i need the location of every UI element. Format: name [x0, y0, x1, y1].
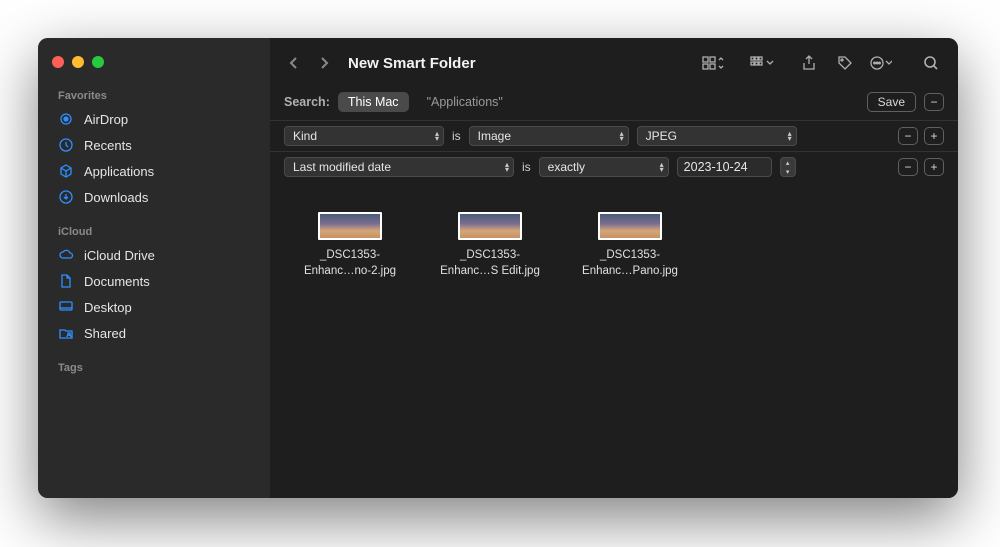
file-label: _DSC1353-Enhanc…Pano.jpg: [570, 248, 690, 279]
sidebar-item-label: Shared: [84, 326, 126, 341]
criteria-row: Last modified date ▴▾ is exactly ▴▾ ▴ ▾ …: [270, 151, 958, 182]
shared-icon: [58, 325, 74, 341]
remove-search-button[interactable]: −: [924, 93, 944, 111]
criteria-value-select[interactable]: exactly ▴▾: [539, 157, 669, 177]
results-area: _DSC1353-Enhanc…no-2.jpg _DSC1353-Enhanc…: [270, 182, 958, 498]
sidebar-item-label: Downloads: [84, 190, 148, 205]
sidebar-item-shared[interactable]: Shared: [38, 320, 270, 346]
sidebar-item-icloud-drive[interactable]: iCloud Drive: [38, 242, 270, 268]
criteria-op: is: [452, 129, 461, 143]
sidebar: Favorites AirDrop Recents Applications D…: [38, 38, 270, 498]
sidebar-item-desktop[interactable]: Desktop: [38, 294, 270, 320]
select-value: Last modified date: [293, 160, 391, 174]
forward-button[interactable]: [314, 53, 334, 73]
select-value: Kind: [293, 129, 317, 143]
search-label: Search:: [284, 95, 330, 109]
scope-applications[interactable]: "Applications": [417, 92, 513, 112]
sidebar-item-label: Recents: [84, 138, 132, 153]
chevron-updown-icon: ▴▾: [788, 131, 792, 141]
search-scope-row: Search: This Mac "Applications" Save −: [270, 88, 958, 120]
add-criteria-button[interactable]: +: [924, 127, 944, 145]
airdrop-icon: [58, 111, 74, 127]
desktop-icon: [58, 299, 74, 315]
zoom-window-button[interactable]: [92, 56, 104, 68]
criteria-value-select[interactable]: Image ▴▾: [469, 126, 629, 146]
remove-criteria-button[interactable]: −: [898, 158, 918, 176]
file-thumbnail: [318, 212, 382, 240]
sidebar-item-recents[interactable]: Recents: [38, 132, 270, 158]
save-button[interactable]: Save: [867, 92, 916, 112]
more-button[interactable]: [868, 52, 894, 74]
view-icons-button[interactable]: [700, 52, 726, 74]
traffic-lights: [38, 50, 270, 84]
sidebar-item-airdrop[interactable]: AirDrop: [38, 106, 270, 132]
criteria-op: is: [522, 160, 531, 174]
sidebar-item-label: Documents: [84, 274, 150, 289]
sidebar-item-applications[interactable]: Applications: [38, 158, 270, 184]
back-button[interactable]: [284, 53, 304, 73]
criteria-date-input[interactable]: [677, 157, 772, 177]
cloud-icon: [58, 247, 74, 263]
criteria-attr-select[interactable]: Kind ▴▾: [284, 126, 444, 146]
finder-window: Favorites AirDrop Recents Applications D…: [38, 38, 958, 498]
close-window-button[interactable]: [52, 56, 64, 68]
sidebar-section-title: Tags: [38, 356, 270, 378]
chevron-updown-icon: ▴▾: [660, 162, 664, 172]
remove-criteria-button[interactable]: −: [898, 127, 918, 145]
main-pane: New Smart Folder Search: This Mac "Appli…: [270, 38, 958, 498]
window-title: New Smart Folder: [348, 55, 476, 72]
file-thumbnail: [598, 212, 662, 240]
scope-this-mac[interactable]: This Mac: [338, 92, 409, 112]
chevron-updown-icon: ▴▾: [435, 131, 439, 141]
sidebar-item-downloads[interactable]: Downloads: [38, 184, 270, 210]
sidebar-section-title: Favorites: [38, 84, 270, 106]
stepper-down-icon[interactable]: ▾: [781, 167, 795, 176]
sidebar-item-label: Desktop: [84, 300, 132, 315]
date-stepper[interactable]: ▴ ▾: [780, 157, 796, 177]
criteria-attr-select[interactable]: Last modified date ▴▾: [284, 157, 514, 177]
titlebar: New Smart Folder: [270, 38, 958, 88]
sidebar-item-label: Applications: [84, 164, 154, 179]
clock-icon: [58, 137, 74, 153]
apps-icon: [58, 163, 74, 179]
sidebar-section-title: iCloud: [38, 220, 270, 242]
sidebar-item-label: iCloud Drive: [84, 248, 155, 263]
select-value: exactly: [548, 160, 585, 174]
chevron-updown-icon: ▴▾: [505, 162, 509, 172]
file-item[interactable]: _DSC1353-Enhanc…S Edit.jpg: [430, 212, 550, 279]
chevron-updown-icon: ▴▾: [620, 131, 624, 141]
criteria-value2-select[interactable]: JPEG ▴▾: [637, 126, 797, 146]
select-value: Image: [478, 129, 511, 143]
file-label: _DSC1353-Enhanc…no-2.jpg: [290, 248, 410, 279]
stepper-up-icon[interactable]: ▴: [781, 158, 795, 167]
minimize-window-button[interactable]: [72, 56, 84, 68]
file-label: _DSC1353-Enhanc…S Edit.jpg: [430, 248, 550, 279]
sidebar-item-documents[interactable]: Documents: [38, 268, 270, 294]
select-value: JPEG: [646, 129, 677, 143]
sidebar-item-label: AirDrop: [84, 112, 128, 127]
doc-icon: [58, 273, 74, 289]
add-criteria-button[interactable]: +: [924, 158, 944, 176]
search-button[interactable]: [918, 52, 944, 74]
file-item[interactable]: _DSC1353-Enhanc…Pano.jpg: [570, 212, 690, 279]
download-icon: [58, 189, 74, 205]
share-button[interactable]: [796, 52, 822, 74]
group-button[interactable]: [750, 52, 776, 74]
tag-button[interactable]: [832, 52, 858, 74]
file-thumbnail: [458, 212, 522, 240]
criteria-row: Kind ▴▾ is Image ▴▾ JPEG ▴▾ − +: [270, 120, 958, 151]
file-item[interactable]: _DSC1353-Enhanc…no-2.jpg: [290, 212, 410, 279]
